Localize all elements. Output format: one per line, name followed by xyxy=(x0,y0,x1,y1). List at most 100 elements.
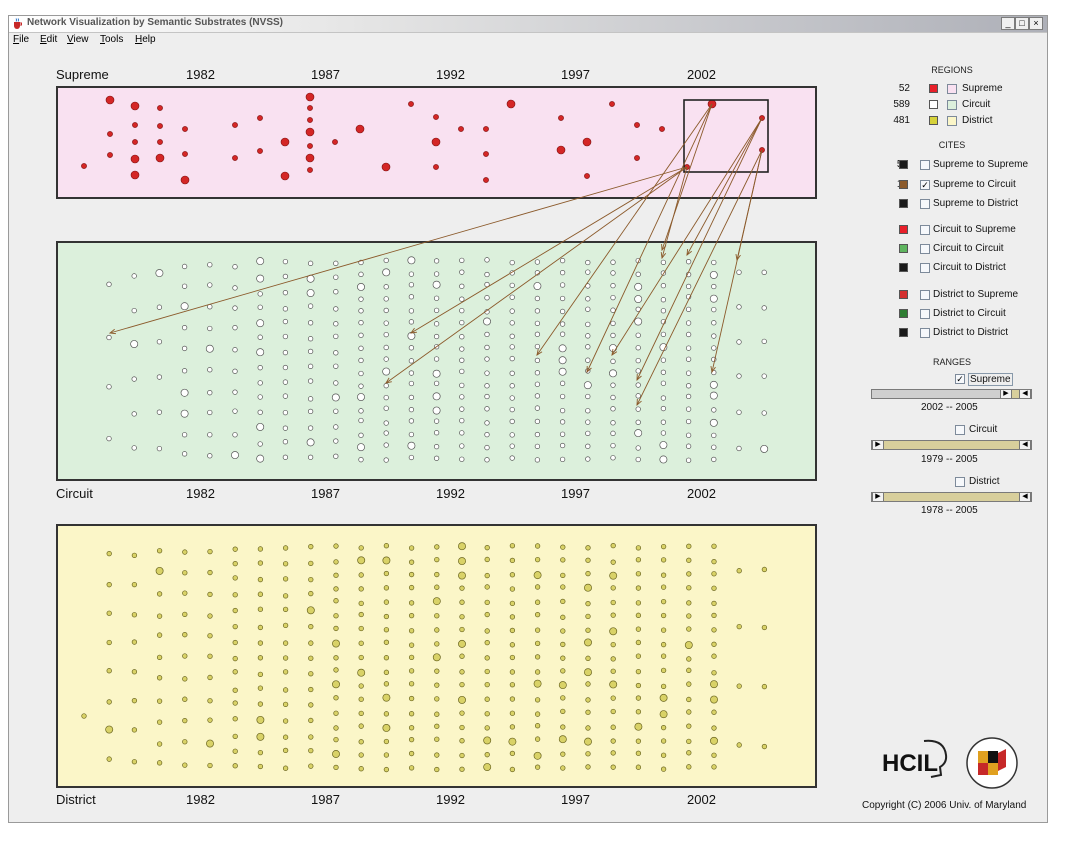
district-node xyxy=(182,717,188,724)
cite-checkbox[interactable]: ✓ xyxy=(920,180,930,190)
district-node xyxy=(408,654,415,661)
circuit-node xyxy=(282,333,289,340)
region-checkbox-circuit[interactable] xyxy=(947,100,957,110)
circuit-node xyxy=(459,283,465,289)
district-node xyxy=(560,572,566,578)
district-node xyxy=(635,557,642,563)
district-node xyxy=(434,556,440,563)
circuit-node xyxy=(509,333,515,339)
cite-checkbox[interactable] xyxy=(920,290,930,300)
circuit-node xyxy=(432,406,441,415)
district-node xyxy=(484,681,490,688)
region-checkbox-district[interactable] xyxy=(947,116,957,126)
circuit-node xyxy=(559,380,566,386)
supreme-node xyxy=(157,105,163,111)
supreme-node xyxy=(257,148,263,154)
district-node xyxy=(232,575,238,581)
cite-checkbox[interactable] xyxy=(920,244,930,254)
circuit-node xyxy=(610,358,616,364)
slider-left-arrow-icon[interactable]: ◀ xyxy=(1019,441,1031,449)
district-node xyxy=(156,613,163,619)
circuit-node xyxy=(282,273,289,280)
district-node xyxy=(585,600,591,607)
district-node xyxy=(257,606,264,612)
cite-checkbox[interactable] xyxy=(920,309,930,319)
cite-checkbox[interactable] xyxy=(920,160,930,170)
district-node xyxy=(533,751,542,760)
circuit-node xyxy=(307,363,314,369)
district-node xyxy=(282,622,289,629)
district-node xyxy=(534,669,541,675)
region-checkbox-supreme[interactable] xyxy=(947,84,957,94)
district-node xyxy=(609,571,618,580)
circuit-node xyxy=(736,304,742,310)
slider-right-arrow-icon[interactable]: ▶ xyxy=(1000,390,1012,398)
supreme-node xyxy=(180,175,190,185)
district-node xyxy=(333,598,339,604)
district-node xyxy=(358,766,364,772)
district-node xyxy=(660,557,667,563)
circuit-node xyxy=(484,444,490,451)
circuit-node xyxy=(635,271,641,277)
circuit-node xyxy=(358,408,364,414)
circuit-node xyxy=(459,269,465,275)
supreme-range-slider[interactable]: ▶ ◀ xyxy=(871,389,1032,399)
circuit-node xyxy=(659,441,668,449)
cite-checkbox[interactable] xyxy=(920,225,930,235)
circuit-node xyxy=(331,393,340,402)
circuit-node xyxy=(156,409,163,415)
district-node xyxy=(534,697,541,703)
circuit-node xyxy=(534,295,541,302)
slider-right-arrow-icon[interactable]: ▶ xyxy=(872,493,884,501)
circuit-node xyxy=(685,406,692,412)
circuit-node xyxy=(407,331,416,340)
supreme-node xyxy=(130,170,140,180)
slider-left-arrow-icon[interactable]: ◀ xyxy=(1019,390,1031,398)
circuit-node xyxy=(307,348,314,355)
circuit-node xyxy=(257,334,263,340)
district-node xyxy=(408,571,415,578)
cite-checkbox[interactable] xyxy=(920,328,930,338)
circuit-node xyxy=(407,256,416,265)
slider-right-arrow-icon[interactable]: ▶ xyxy=(872,441,884,449)
cite-checkbox[interactable] xyxy=(920,263,930,273)
circuit-node xyxy=(358,296,364,302)
district-node xyxy=(257,655,264,661)
slider-left-arrow-icon[interactable]: ◀ xyxy=(1019,493,1031,501)
circuit-node xyxy=(282,439,289,445)
district-node xyxy=(610,668,616,674)
district-node xyxy=(458,695,466,704)
supreme-node xyxy=(458,126,464,132)
district-node xyxy=(383,585,390,591)
district-range-slider[interactable]: ▶ ◀ xyxy=(871,492,1032,502)
district-node xyxy=(660,766,667,772)
range-checkbox-circuit[interactable] xyxy=(955,425,965,435)
circuit-node xyxy=(256,319,265,328)
cite-checkbox[interactable] xyxy=(920,199,930,209)
circuit-node xyxy=(307,320,314,326)
range-checkbox-district[interactable] xyxy=(955,477,965,487)
district-node xyxy=(534,599,541,605)
circuit-node xyxy=(257,394,263,400)
circuit-node xyxy=(459,296,465,302)
range-checkbox-supreme[interactable]: ✓ xyxy=(955,374,965,384)
circuit-node xyxy=(585,259,591,266)
circuit-node xyxy=(358,308,364,314)
district-node xyxy=(232,546,238,552)
district-node xyxy=(106,756,112,762)
district-node xyxy=(131,581,138,588)
circuit-node xyxy=(207,432,213,438)
district-node xyxy=(659,693,668,702)
district-node xyxy=(131,698,138,704)
district-node xyxy=(484,556,490,563)
circuit-node xyxy=(559,269,566,276)
district-node xyxy=(484,752,490,758)
district-node xyxy=(282,545,289,551)
district-node xyxy=(660,738,667,744)
circuit-range-slider[interactable]: ▶ ◀ xyxy=(871,440,1032,450)
district-node xyxy=(635,626,642,632)
circuit-node xyxy=(307,454,314,460)
district-node xyxy=(383,613,390,620)
citation-link xyxy=(410,166,688,334)
circuit-node xyxy=(306,438,315,447)
